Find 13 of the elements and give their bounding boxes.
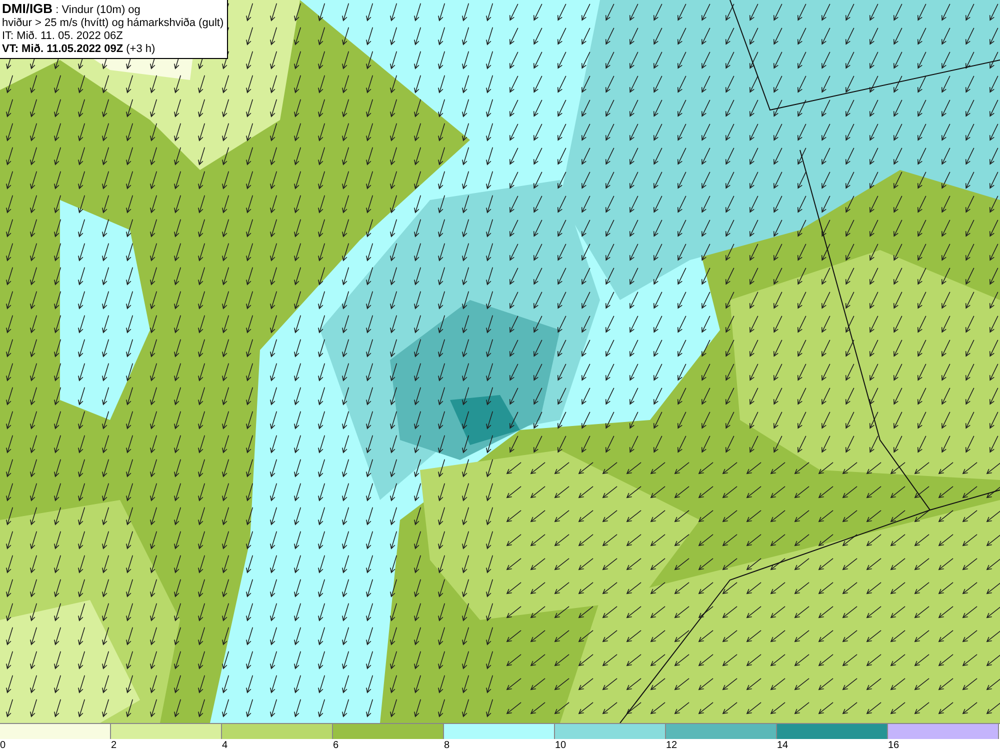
legend-tick-label: 10 [555, 740, 566, 752]
title-text: VT: Mið. 11.05.2022 09Z (+3 h) [2, 43, 156, 56]
legend-tick-label: 14 [777, 740, 788, 752]
legend-tick-label: 4 [222, 740, 228, 752]
title-text: hviður > 25 m/s (hvítt) og hámarkshviða (gult) [2, 17, 224, 30]
legend-tick-label: 2 [111, 740, 117, 752]
title-text: DMI/IGB : Vindur (10m) og [2, 2, 142, 17]
legend-tick-label: 12 [666, 740, 678, 752]
legend-tick-label: 0 [0, 740, 6, 752]
legend-tick-label: 6 [333, 740, 339, 752]
legend-tick-label: 16 [888, 740, 900, 752]
legend-tick-label: 8 [444, 740, 450, 752]
title-text: IT: Mið. 11. 05. 2022 06Z [2, 30, 124, 43]
